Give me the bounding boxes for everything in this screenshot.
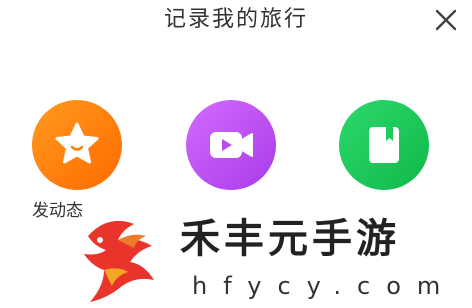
watermark-url: hfycy.com [192,272,457,300]
video-camera-icon [210,132,253,158]
watermark-text: 禾丰元手游 [180,216,400,262]
post-note-circle [339,100,429,190]
publish-sheet: 记录我的旅行 发动态 禾丰元手游 hfycy.com [0,0,472,308]
star-smile-icon [55,122,99,164]
post-video-button[interactable] [186,100,276,220]
post-moment-circle [32,100,122,190]
watermark: 禾丰元手游 hfycy.com [78,206,468,306]
notebook-icon [369,127,399,163]
close-button[interactable] [432,6,460,34]
post-moment-button[interactable]: 发动态 [32,100,122,221]
post-video-circle [186,100,276,190]
dragon-logo-icon [84,220,154,302]
post-note-button[interactable] [339,100,429,220]
page-title: 记录我的旅行 [163,7,308,32]
close-icon [435,9,457,31]
